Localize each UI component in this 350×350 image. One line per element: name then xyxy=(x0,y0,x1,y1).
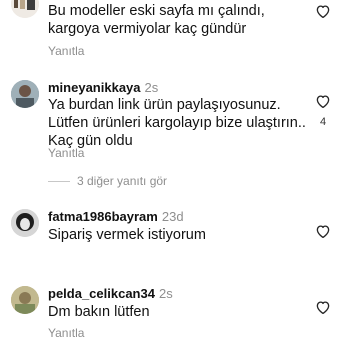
heart-icon[interactable] xyxy=(314,298,332,316)
view-replies-button[interactable]: 3 diğer yanıtı gör xyxy=(77,174,167,188)
comment-text: Sipariş vermek istiyorum xyxy=(48,227,206,243)
timestamp: 2s xyxy=(144,80,159,95)
avatar-user-icon xyxy=(11,80,39,108)
comment-text: Ya burdan link ürün paylaşıyosunuz. Lütf… xyxy=(48,97,306,149)
view-replies[interactable]: 3 diğer yanıtı gör xyxy=(0,174,350,190)
like-count: 4 xyxy=(319,116,327,128)
avatar[interactable] xyxy=(11,80,39,108)
heart-icon[interactable] xyxy=(314,222,332,240)
comment-meta: pelda_celikcan34 2s xyxy=(48,286,173,301)
heart-icon[interactable] xyxy=(314,92,332,110)
timestamp: 23d xyxy=(161,209,184,224)
reply-button[interactable]: Yanıtla xyxy=(48,146,84,160)
avatar[interactable] xyxy=(11,0,39,18)
username[interactable]: mineyanikkaya xyxy=(48,80,141,95)
heart-icon[interactable] xyxy=(314,2,332,20)
username[interactable]: fatma1986bayram xyxy=(48,209,158,224)
timestamp: 2s xyxy=(158,286,173,301)
avatar[interactable] xyxy=(11,209,39,237)
avatar-user-icon xyxy=(11,0,39,18)
username[interactable]: pelda_celikcan34 xyxy=(48,286,155,301)
comment-meta: fatma1986bayram 23d xyxy=(48,209,184,224)
reply-button[interactable]: Yanıtla xyxy=(48,44,84,58)
comment-meta: mineyanikkaya 2s xyxy=(48,80,158,95)
comment-text: Dm bakın lütfen xyxy=(48,304,150,320)
comment-text: Bu modeller eski sayfa mı çalındı, kargo… xyxy=(48,3,265,37)
replies-divider xyxy=(48,181,70,182)
avatar-user-icon xyxy=(11,209,39,237)
avatar[interactable] xyxy=(11,286,39,314)
reply-button[interactable]: Yanıtla xyxy=(48,326,84,340)
avatar-user-icon xyxy=(11,286,39,314)
